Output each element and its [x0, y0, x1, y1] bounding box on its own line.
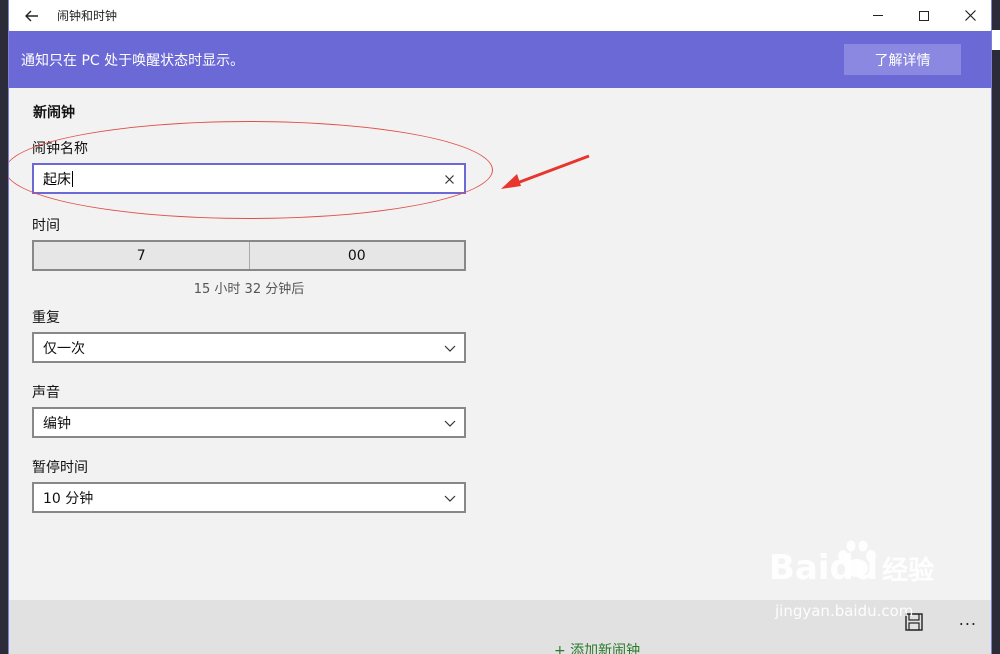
- close-button[interactable]: [947, 0, 991, 31]
- repeat-value: 仅一次: [43, 340, 85, 357]
- time-label: 时间: [32, 218, 60, 234]
- maximize-button[interactable]: [901, 0, 947, 31]
- back-button[interactable]: [9, 0, 55, 31]
- time-remaining-note: 15 小时 32 分钟后: [193, 282, 305, 297]
- title-bar: 闹钟和时钟: [9, 0, 991, 31]
- desktop-right-edge: [992, 0, 1000, 654]
- chevron-down-icon: [444, 345, 456, 352]
- learn-more-button[interactable]: 了解详情: [844, 44, 961, 75]
- hour-field[interactable]: 7: [34, 242, 249, 269]
- watermark-logo: Baidu 经验: [769, 548, 935, 588]
- alarm-form: 新闹钟 闹钟名称 起床 时间 7 00 15 小时 32 分钟后 重复 仅一次 …: [9, 88, 991, 600]
- notification-text: 通知只在 PC 处于唤醒状态时显示。: [21, 52, 245, 69]
- chevron-down-icon: [444, 420, 456, 427]
- repeat-label: 重复: [32, 310, 60, 326]
- time-picker[interactable]: 7 00: [32, 240, 466, 271]
- app-title: 闹钟和时钟: [57, 9, 118, 23]
- chevron-down-icon: [444, 495, 456, 502]
- desktop-left-edge: [0, 0, 8, 654]
- close-icon: [964, 10, 976, 21]
- minimize-button[interactable]: [855, 0, 901, 31]
- sound-value: 编钟: [43, 415, 71, 432]
- sound-label: 声音: [32, 385, 60, 401]
- repeat-select[interactable]: 仅一次: [32, 332, 466, 363]
- snooze-label: 暂停时间: [32, 460, 88, 476]
- back-arrow-icon: [25, 10, 38, 21]
- add-alarm-behind: + 添加新闹钟: [554, 643, 641, 654]
- maximize-icon: [919, 10, 929, 21]
- sound-select[interactable]: 编钟: [32, 407, 466, 438]
- annotation-arrow: [501, 154, 590, 189]
- minimize-icon: [873, 15, 883, 16]
- section-title: 新闹钟: [33, 105, 75, 121]
- baidu-watermark: Baidu 经验 jingyan.baidu.com: [769, 540, 969, 630]
- window-controls: [855, 0, 991, 31]
- minute-field[interactable]: 00: [248, 242, 465, 269]
- app-window: 闹钟和时钟 通知只在 PC 处于唤醒状态时显示。 了解详情 新闹钟 闹钟名称 起…: [8, 0, 992, 654]
- snooze-value: 10 分钟: [43, 490, 94, 507]
- notification-bar: 通知只在 PC 处于唤醒状态时显示。 了解详情: [9, 31, 991, 88]
- watermark-url: jingyan.baidu.com: [775, 602, 914, 620]
- annotation-ellipse: [9, 121, 493, 219]
- snooze-select[interactable]: 10 分钟: [32, 482, 466, 513]
